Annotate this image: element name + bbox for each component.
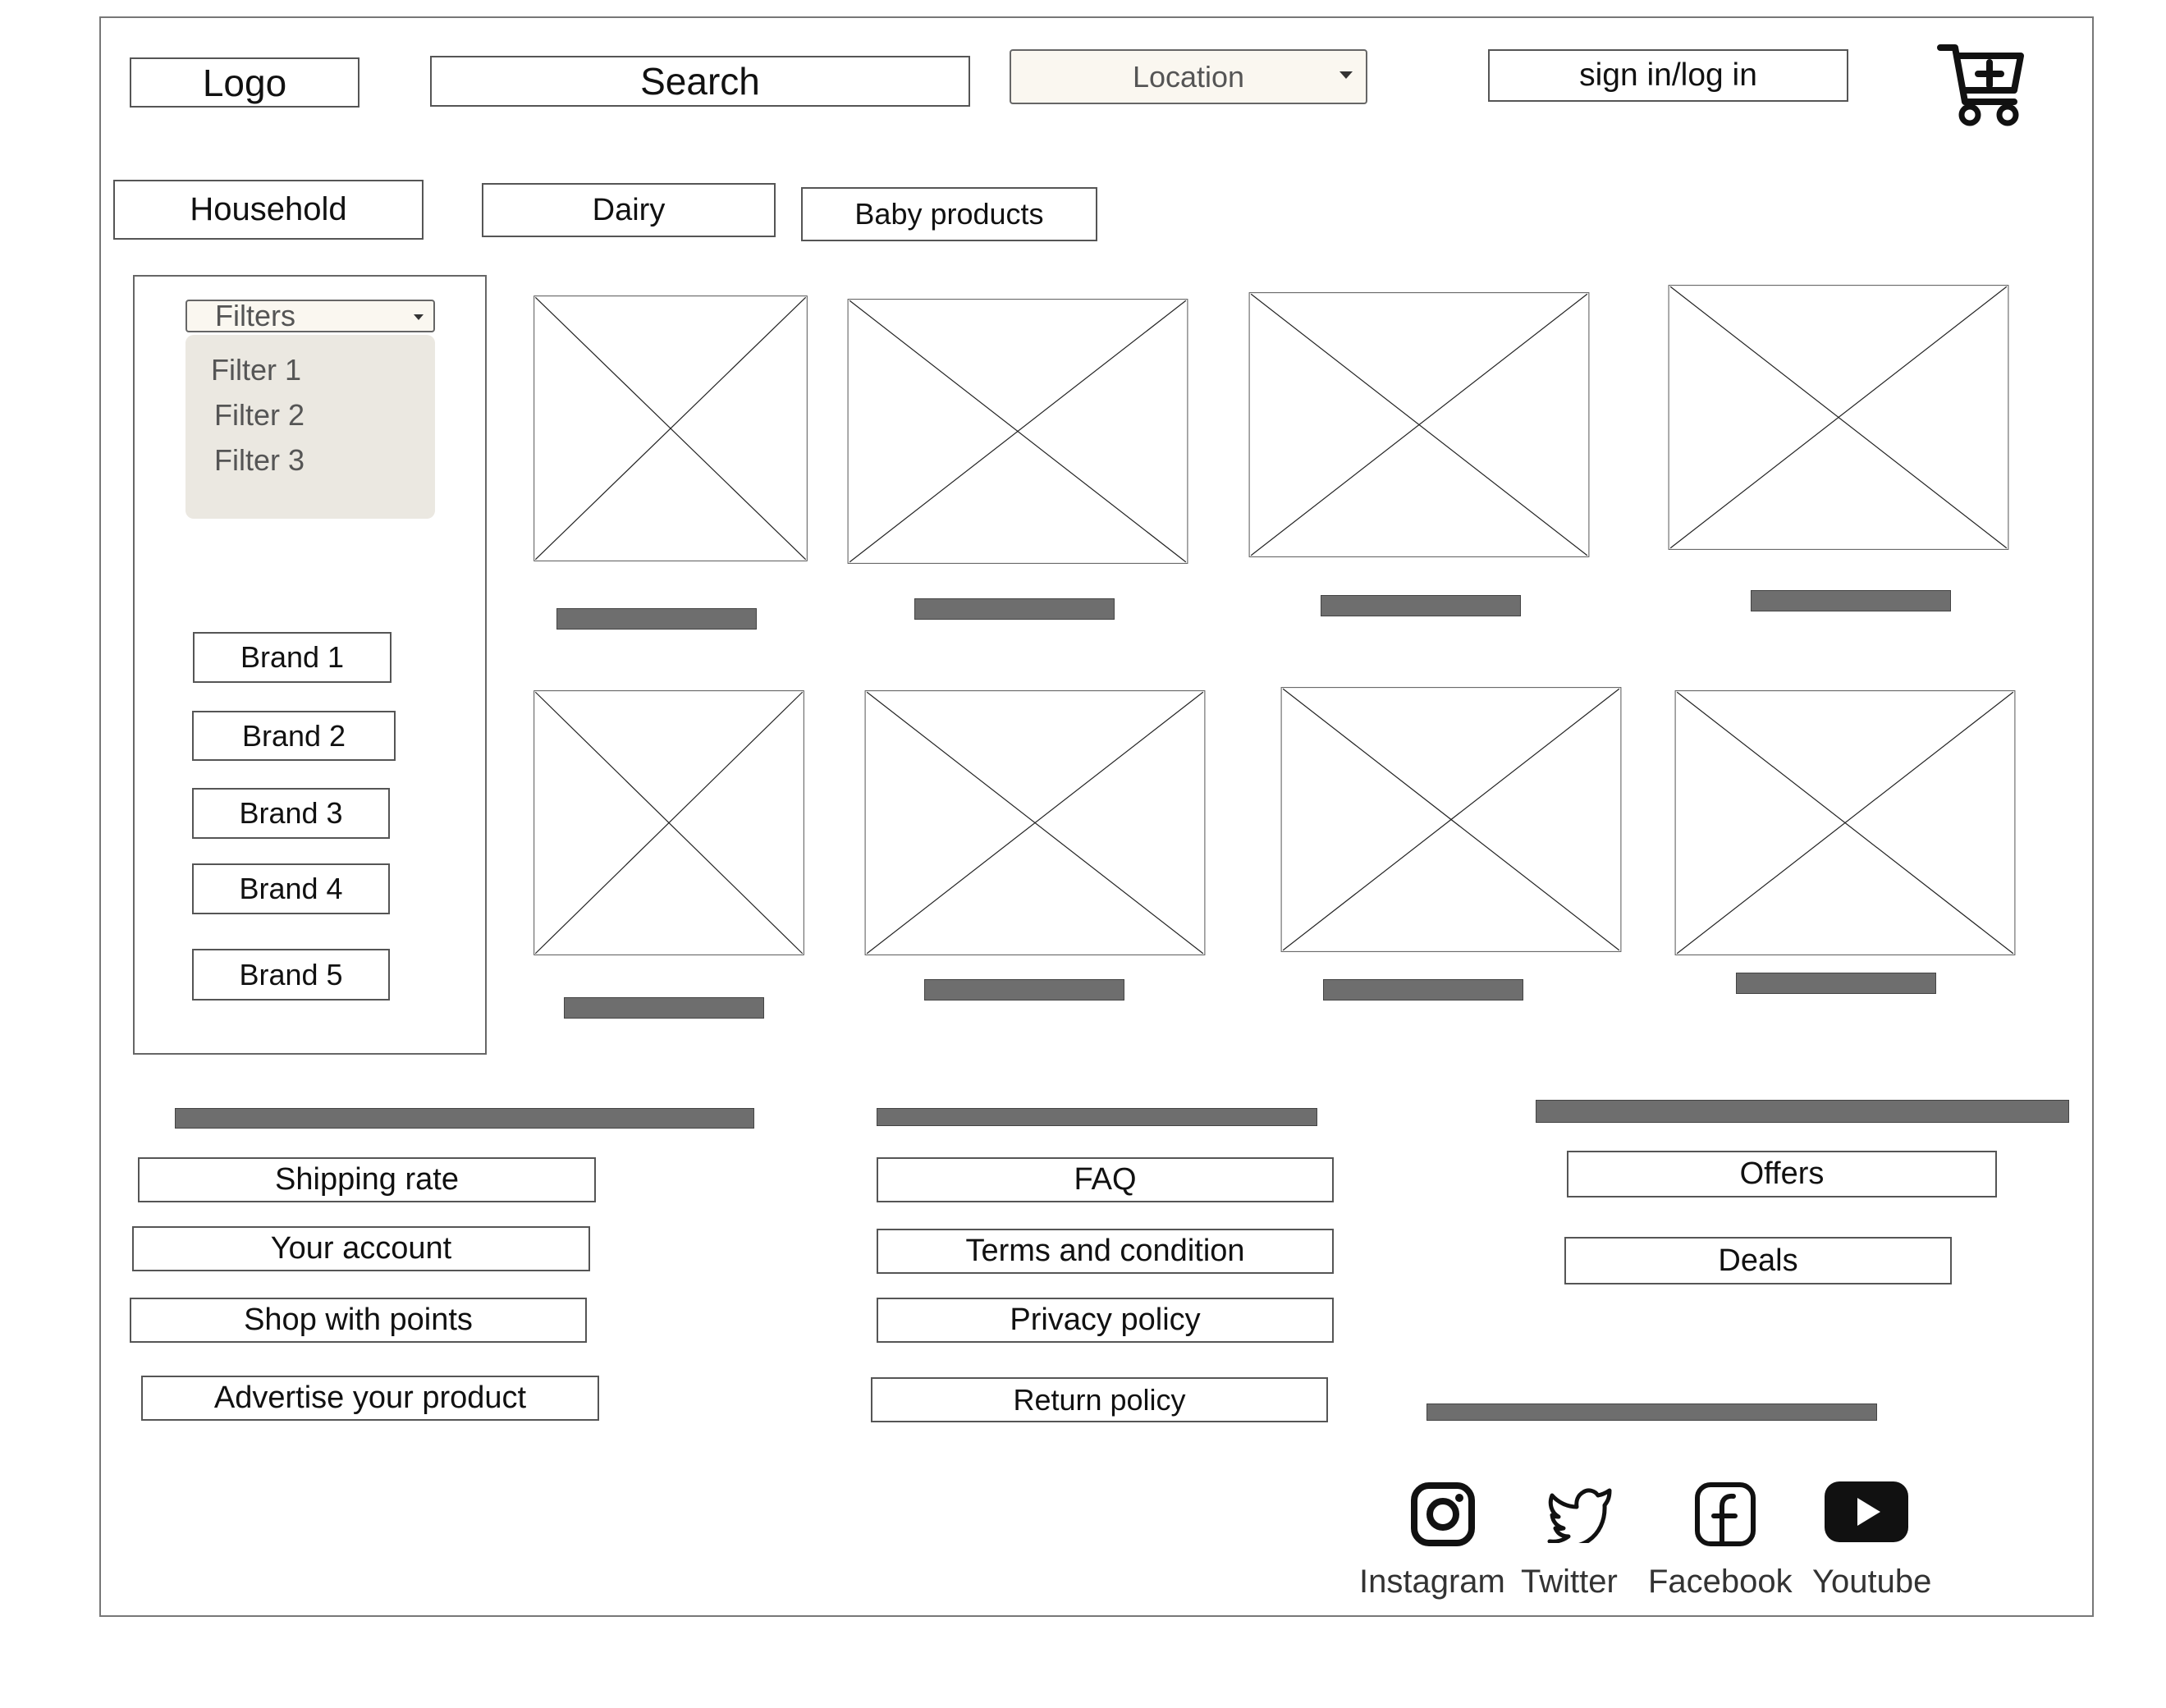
filter-item[interactable]: Filter 1 [211,353,301,387]
instagram-label: Instagram [1359,1564,1505,1600]
product-image-placeholder[interactable] [1667,284,2010,551]
brand-button[interactable]: Brand 1 [193,632,392,683]
youtube-icon[interactable] [1823,1480,1910,1544]
footer-link-faq[interactable]: FAQ [877,1157,1334,1202]
tab-household-label: Household [190,191,347,227]
product-title-placeholder [1323,979,1523,1001]
cart-plus-icon[interactable] [1937,39,2027,128]
footer-link-label: Shipping rate [275,1162,459,1197]
footer-link-shop-with-points[interactable]: Shop with points [130,1298,587,1343]
footer-link-advertise[interactable]: Advertise your product [141,1376,599,1421]
footer-link-label: Terms and condition [965,1234,1245,1268]
footer-link-shipping-rate[interactable]: Shipping rate [138,1157,596,1202]
brand-button[interactable]: Brand 5 [192,949,390,1001]
brand-button[interactable]: Brand 2 [192,711,396,761]
footer-link-terms[interactable]: Terms and condition [877,1229,1334,1274]
brand-label: Brand 4 [239,872,343,905]
footer-link-privacy[interactable]: Privacy policy [877,1298,1334,1343]
facebook-icon[interactable] [1694,1481,1756,1547]
filter-item[interactable]: Filter 2 [214,398,305,433]
tab-household[interactable]: Household [113,180,424,240]
product-image-placeholder[interactable] [846,298,1189,565]
signin-label: sign in/log in [1579,57,1757,93]
footer-link-offers[interactable]: Offers [1567,1151,1997,1197]
footer-heading-placeholder [1536,1100,2069,1123]
product-title-placeholder [564,997,764,1019]
youtube-label: Youtube [1812,1564,1932,1600]
location-dropdown[interactable]: Location [1010,49,1367,104]
twitter-label: Twitter [1521,1564,1618,1600]
footer-heading-placeholder [175,1108,754,1129]
product-title-placeholder [556,608,757,630]
footer-link-label: Privacy policy [1010,1303,1201,1337]
filter-item[interactable]: Filter 3 [214,443,305,478]
footer-link-your-account[interactable]: Your account [132,1226,590,1271]
search-input[interactable]: Search [430,56,970,107]
search-label: Search [640,60,760,103]
footer-link-label: Deals [1718,1243,1798,1278]
footer-link-return-policy[interactable]: Return policy [871,1377,1328,1422]
instagram-icon[interactable] [1410,1481,1476,1547]
chevron-down-icon [414,314,424,320]
brand-label: Brand 1 [240,640,345,674]
product-image-placeholder[interactable] [1248,291,1591,558]
product-image-placeholder[interactable] [533,295,808,562]
product-title-placeholder [914,598,1115,620]
tab-baby-products-label: Baby products [854,197,1044,231]
product-image-placeholder[interactable] [533,689,805,956]
filters-label: Filters [215,299,295,332]
footer-link-label: Offers [1739,1156,1825,1191]
footer-link-label: Your account [270,1231,452,1266]
footer-link-label: FAQ [1074,1162,1137,1197]
product-image-placeholder[interactable] [1280,686,1623,953]
tab-dairy[interactable]: Dairy [482,183,776,237]
brand-label: Brand 3 [239,796,343,830]
facebook-label: Facebook [1648,1564,1793,1600]
product-title-placeholder [924,979,1124,1001]
footer-link-label: Return policy [1013,1382,1186,1417]
logo-label: Logo [202,61,287,104]
footer-link-label: Shop with points [244,1303,473,1337]
location-label: Location [1132,59,1245,94]
product-title-placeholder [1751,590,1951,611]
product-title-placeholder [1736,973,1936,994]
product-image-placeholder[interactable] [1674,689,2017,956]
signin-button[interactable]: sign in/log in [1488,49,1848,102]
logo[interactable]: Logo [130,57,359,108]
tab-dairy-label: Dairy [592,192,666,227]
brand-label: Brand 5 [239,957,343,991]
brand-button[interactable]: Brand 4 [192,863,390,914]
chevron-down-icon [1339,71,1353,79]
footer-link-label: Advertise your product [213,1381,527,1415]
footer-heading-placeholder [877,1108,1317,1126]
brand-label: Brand 2 [241,718,346,753]
footer-heading-placeholder [1426,1403,1877,1421]
tab-baby-products[interactable]: Baby products [801,187,1097,241]
brand-button[interactable]: Brand 3 [192,788,390,839]
twitter-icon[interactable] [1547,1486,1613,1543]
product-image-placeholder[interactable] [863,689,1207,956]
filters-dropdown[interactable]: Filters [185,299,435,332]
footer-link-deals[interactable]: Deals [1564,1237,1952,1284]
product-title-placeholder [1321,595,1521,616]
